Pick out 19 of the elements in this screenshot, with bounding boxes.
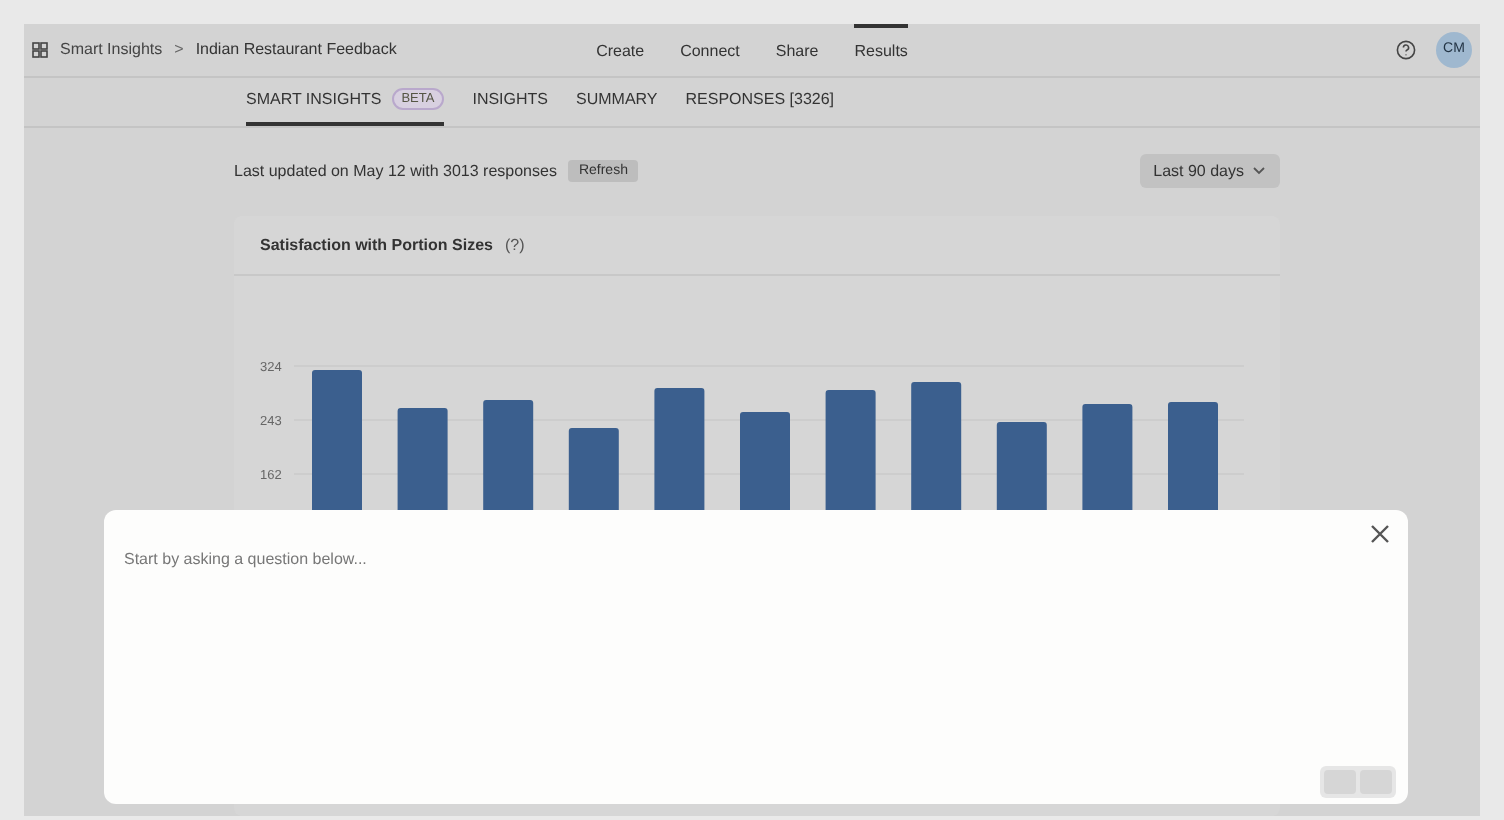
survey-title: Indian Restaurant Feedback	[195, 40, 397, 59]
nav-tab[interactable]: Connect	[680, 24, 740, 76]
chevron-down-icon	[1252, 165, 1266, 175]
help-link[interactable]: (?)	[504, 236, 525, 254]
help-icon[interactable]	[1396, 39, 1416, 60]
section-tab[interactable]: INSIGHTS	[472, 77, 548, 126]
section-tab[interactable]: RESPONSES [3326]	[685, 77, 835, 126]
close-icon[interactable]	[1368, 522, 1392, 546]
nav-tab[interactable]: Create	[596, 24, 645, 76]
last-updated-text: Last updated on May 12 with 3013 responses	[234, 161, 557, 179]
breadcrumb-separator: >	[174, 40, 184, 59]
breadcrumb-link[interactable]: Smart Insights	[60, 40, 163, 59]
date-range-dropdown[interactable]: Last 90 days	[1139, 153, 1280, 187]
section-tab[interactable]: SUMMARY	[576, 77, 658, 126]
nav-tab[interactable]: Share	[775, 24, 819, 76]
chart-title: Satisfaction with Portion Sizes	[260, 236, 493, 254]
grid-icon[interactable]	[32, 41, 48, 58]
nav-tab[interactable]: Results	[854, 24, 908, 76]
dialog-prompt: Start by asking a question below...	[124, 550, 367, 568]
